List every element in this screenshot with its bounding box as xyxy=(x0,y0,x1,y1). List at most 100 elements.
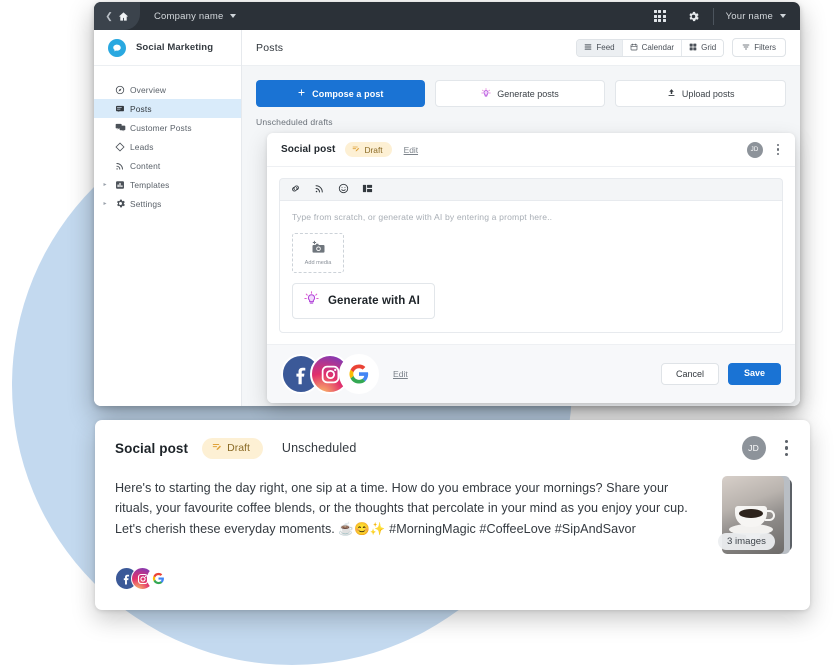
generate-with-ai-label: Generate with AI xyxy=(328,295,420,307)
sidebar-item-label: Content xyxy=(130,160,161,171)
chevron-left-icon[interactable]: ❮ xyxy=(105,11,113,22)
draft-pencil-icon xyxy=(352,145,360,155)
editor-toolbar xyxy=(279,178,783,200)
sidebar-item-label: Customer Posts xyxy=(130,122,192,133)
post-editor[interactable]: Type from scratch, or generate with AI b… xyxy=(279,200,783,333)
page-title: Posts xyxy=(256,41,284,54)
sidebar-item-label: Leads xyxy=(130,141,154,152)
editor-placeholder: Type from scratch, or generate with AI b… xyxy=(292,212,553,222)
post-body-text: Here's to starting the day right, one si… xyxy=(115,481,688,536)
apps-grid-icon[interactable] xyxy=(643,9,677,23)
upload-posts-label: Upload posts xyxy=(681,88,735,99)
filter-icon xyxy=(742,43,750,53)
emoji-icon[interactable] xyxy=(338,181,349,199)
composer-footer: Edit Cancel Save xyxy=(267,344,795,403)
post-card-header: Social post Draft Unscheduled JD xyxy=(95,420,810,476)
sidebar-item-posts[interactable]: Posts xyxy=(94,99,241,118)
post-card-body: Here's to starting the day right, one si… xyxy=(95,476,810,554)
social-networks xyxy=(281,354,379,394)
tab-grid-label: Grid xyxy=(701,43,717,52)
composer-title: Social post xyxy=(281,144,336,155)
post-media[interactable]: 3 images xyxy=(718,476,792,554)
generate-with-ai-button[interactable]: Generate with AI xyxy=(292,283,435,319)
avatar[interactable]: JD xyxy=(746,141,763,158)
composer-header-actions: JD xyxy=(746,141,781,158)
composer-footer-actions: Cancel Save xyxy=(660,363,781,385)
post-card-header-actions: JD xyxy=(741,436,790,460)
screenshot-root: ❮ Company name Your name Social Marketin… xyxy=(0,0,840,671)
message-icon xyxy=(110,104,130,114)
gear-icon xyxy=(110,198,130,209)
composer-edit-link[interactable]: Edit xyxy=(404,145,418,155)
filters-button[interactable]: Filters xyxy=(732,38,786,57)
sidebar-item-label: Settings xyxy=(130,198,162,209)
plus-icon xyxy=(297,88,306,99)
home-icon[interactable] xyxy=(118,11,129,22)
gear-icon[interactable] xyxy=(677,10,711,23)
camera-add-icon xyxy=(311,240,326,257)
messages-icon xyxy=(110,122,130,133)
view-switcher: Feed Calendar Grid Filters xyxy=(576,38,786,57)
diamond-icon xyxy=(110,141,130,152)
composer-card: Social post Draft Edit JD Type from scra… xyxy=(267,133,795,403)
status-badge-label: Draft xyxy=(364,144,383,155)
save-button[interactable]: Save xyxy=(727,363,781,385)
tab-feed[interactable]: Feed xyxy=(577,39,622,56)
expand-arrow-icon[interactable]: ▸ xyxy=(100,200,110,207)
rss-icon xyxy=(110,161,130,171)
brand: Social Marketing xyxy=(94,30,241,66)
top-bar-right: Your name xyxy=(643,2,800,30)
divider xyxy=(712,7,714,25)
kebab-menu-icon[interactable] xyxy=(775,142,781,157)
tab-calendar-label: Calendar xyxy=(641,43,675,52)
link-icon[interactable] xyxy=(290,181,301,199)
google-icon[interactable] xyxy=(147,567,170,590)
google-icon[interactable] xyxy=(339,354,379,394)
top-bar: ❮ Company name Your name xyxy=(94,2,800,30)
expand-arrow-icon[interactable]: ▸ xyxy=(100,181,110,188)
generate-posts-button[interactable]: Generate posts xyxy=(434,80,606,107)
tab-grid[interactable]: Grid xyxy=(681,39,724,56)
sidebar-item-content[interactable]: Content xyxy=(94,156,241,175)
sidebar-item-label: Templates xyxy=(130,179,170,190)
footer-edit-link[interactable]: Edit xyxy=(393,369,408,379)
rss-icon[interactable] xyxy=(314,181,325,199)
compose-post-button[interactable]: Compose a post xyxy=(256,80,425,107)
composer-header: Social post Draft Edit JD xyxy=(267,133,795,167)
tab-calendar[interactable]: Calendar xyxy=(621,39,682,56)
draft-pencil-icon xyxy=(212,442,222,455)
schedule-status: Unscheduled xyxy=(281,441,357,455)
cancel-button[interactable]: Cancel xyxy=(660,363,719,385)
ai-bulb-icon xyxy=(481,87,491,100)
feed-icon xyxy=(584,43,592,53)
sidebar-item-templates[interactable]: ▸ Templates xyxy=(94,175,241,194)
upload-posts-button[interactable]: Upload posts xyxy=(615,80,787,107)
upload-icon xyxy=(667,88,676,99)
status-badge-label: Draft xyxy=(227,442,250,454)
compass-icon xyxy=(110,85,130,95)
post-card: Social post Draft Unscheduled JD Here's … xyxy=(95,420,810,610)
sidebar-item-label: Posts xyxy=(130,103,152,114)
kebab-menu-icon[interactable] xyxy=(783,438,790,458)
user-menu[interactable]: Your name xyxy=(716,11,800,22)
layout-icon[interactable] xyxy=(362,181,373,199)
filters-label: Filters xyxy=(754,43,776,52)
add-media-label: Add media xyxy=(304,260,332,266)
status-badge: Draft xyxy=(345,142,392,157)
compose-post-label: Compose a post xyxy=(312,88,384,99)
sidebar-item-settings[interactable]: ▸ Settings xyxy=(94,194,241,213)
chat-bubble-logo xyxy=(108,38,126,57)
generate-posts-label: Generate posts xyxy=(497,88,559,99)
chevron-down-icon[interactable] xyxy=(780,14,786,18)
chevron-down-icon[interactable] xyxy=(230,14,237,18)
sidebar-item-customer-posts[interactable]: Customer Posts xyxy=(94,118,241,137)
media-count-badge: 3 images xyxy=(718,533,775,550)
company-selector[interactable]: Company name xyxy=(154,11,237,22)
avatar[interactable]: JD xyxy=(741,436,766,460)
post-card-title: Social post xyxy=(115,440,189,456)
add-media-button[interactable]: Add media xyxy=(292,233,344,273)
sidebar-item-overview[interactable]: Overview xyxy=(94,80,241,99)
tab-feed-label: Feed xyxy=(596,43,615,52)
sidebar-item-leads[interactable]: Leads xyxy=(94,137,241,156)
home-nav-group[interactable]: ❮ xyxy=(94,2,140,30)
